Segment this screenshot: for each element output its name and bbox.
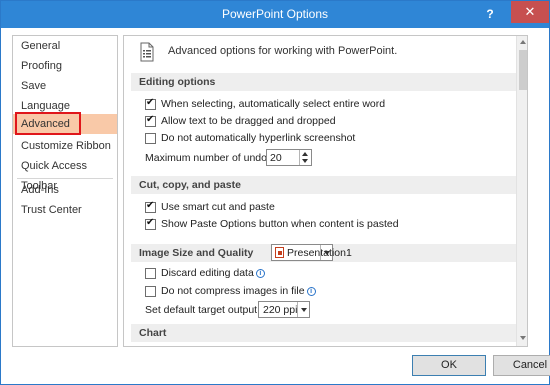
checkbox-checked[interactable] (145, 200, 156, 213)
section-cut-copy-paste: Cut, copy, and paste (131, 176, 517, 194)
sidebar-item-general[interactable]: General (13, 36, 117, 56)
target-output-label: Set default target output to: (145, 304, 272, 316)
chevron-up-icon[interactable] (302, 152, 308, 156)
section-chart: Chart (131, 324, 517, 342)
chevron-down-icon[interactable] (297, 302, 309, 317)
scroll-down-icon[interactable] (520, 336, 526, 340)
close-button[interactable]: ✕ (511, 1, 549, 23)
ok-button[interactable]: OK (412, 355, 486, 376)
checkbox-checked[interactable] (145, 217, 156, 230)
sidebar-item-save[interactable]: Save (13, 76, 117, 96)
category-sidebar: General Proofing Save Language Advanced … (12, 35, 118, 347)
sidebar-item-add-ins[interactable]: Add-Ins (13, 180, 117, 200)
checkbox-unchecked[interactable] (145, 286, 156, 297)
advanced-options-panel: Advanced options for working with PowerP… (123, 35, 528, 347)
dialog-title: PowerPoint Options (221, 7, 329, 21)
sidebar-item-proofing[interactable]: Proofing (13, 56, 117, 76)
cancel-button[interactable]: Cancel (493, 355, 550, 376)
advanced-highlight-box (15, 112, 81, 135)
undo-count-label: Maximum number of undos: (145, 152, 276, 164)
section-editing-options: Editing options (131, 73, 517, 91)
panel-header-text: Advanced options for working with PowerP… (168, 45, 398, 57)
sidebar-item-trust-center[interactable]: Trust Center (13, 200, 117, 220)
sidebar-item-customize-ribbon[interactable]: Customize Ribbon (13, 136, 117, 156)
stepper-buttons[interactable] (299, 150, 311, 165)
info-icon[interactable]: i (306, 287, 316, 296)
scroll-thumb[interactable] (519, 50, 527, 90)
help-button[interactable]: ? (481, 5, 499, 23)
undo-count-stepper[interactable]: 20 (266, 149, 312, 166)
undo-count-value[interactable]: 20 (270, 152, 282, 164)
chevron-down-icon[interactable] (302, 159, 308, 163)
panel-scrollbar[interactable] (516, 36, 527, 346)
sidebar-item-quick-access-toolbar[interactable]: Quick Access Toolbar (13, 156, 117, 192)
checkbox-checked[interactable] (145, 114, 156, 127)
checkbox-checked[interactable] (145, 97, 156, 110)
checkbox-unchecked[interactable] (145, 268, 156, 279)
chevron-down-icon[interactable] (320, 245, 332, 260)
title-bar: PowerPoint Options ? ✕ (1, 1, 549, 28)
target-output-select[interactable]: 220 ppi (258, 301, 310, 318)
sidebar-divider (17, 178, 113, 179)
info-icon[interactable]: i (255, 269, 265, 278)
powerpoint-file-icon (275, 247, 284, 258)
options-dialog: PowerPoint Options ? ✕ General Proofing … (0, 0, 550, 385)
scroll-up-icon[interactable] (520, 40, 526, 44)
document-list-icon (140, 42, 154, 62)
presentation-select[interactable]: Presentation1 (271, 244, 352, 261)
checkbox-unchecked[interactable] (145, 133, 156, 144)
